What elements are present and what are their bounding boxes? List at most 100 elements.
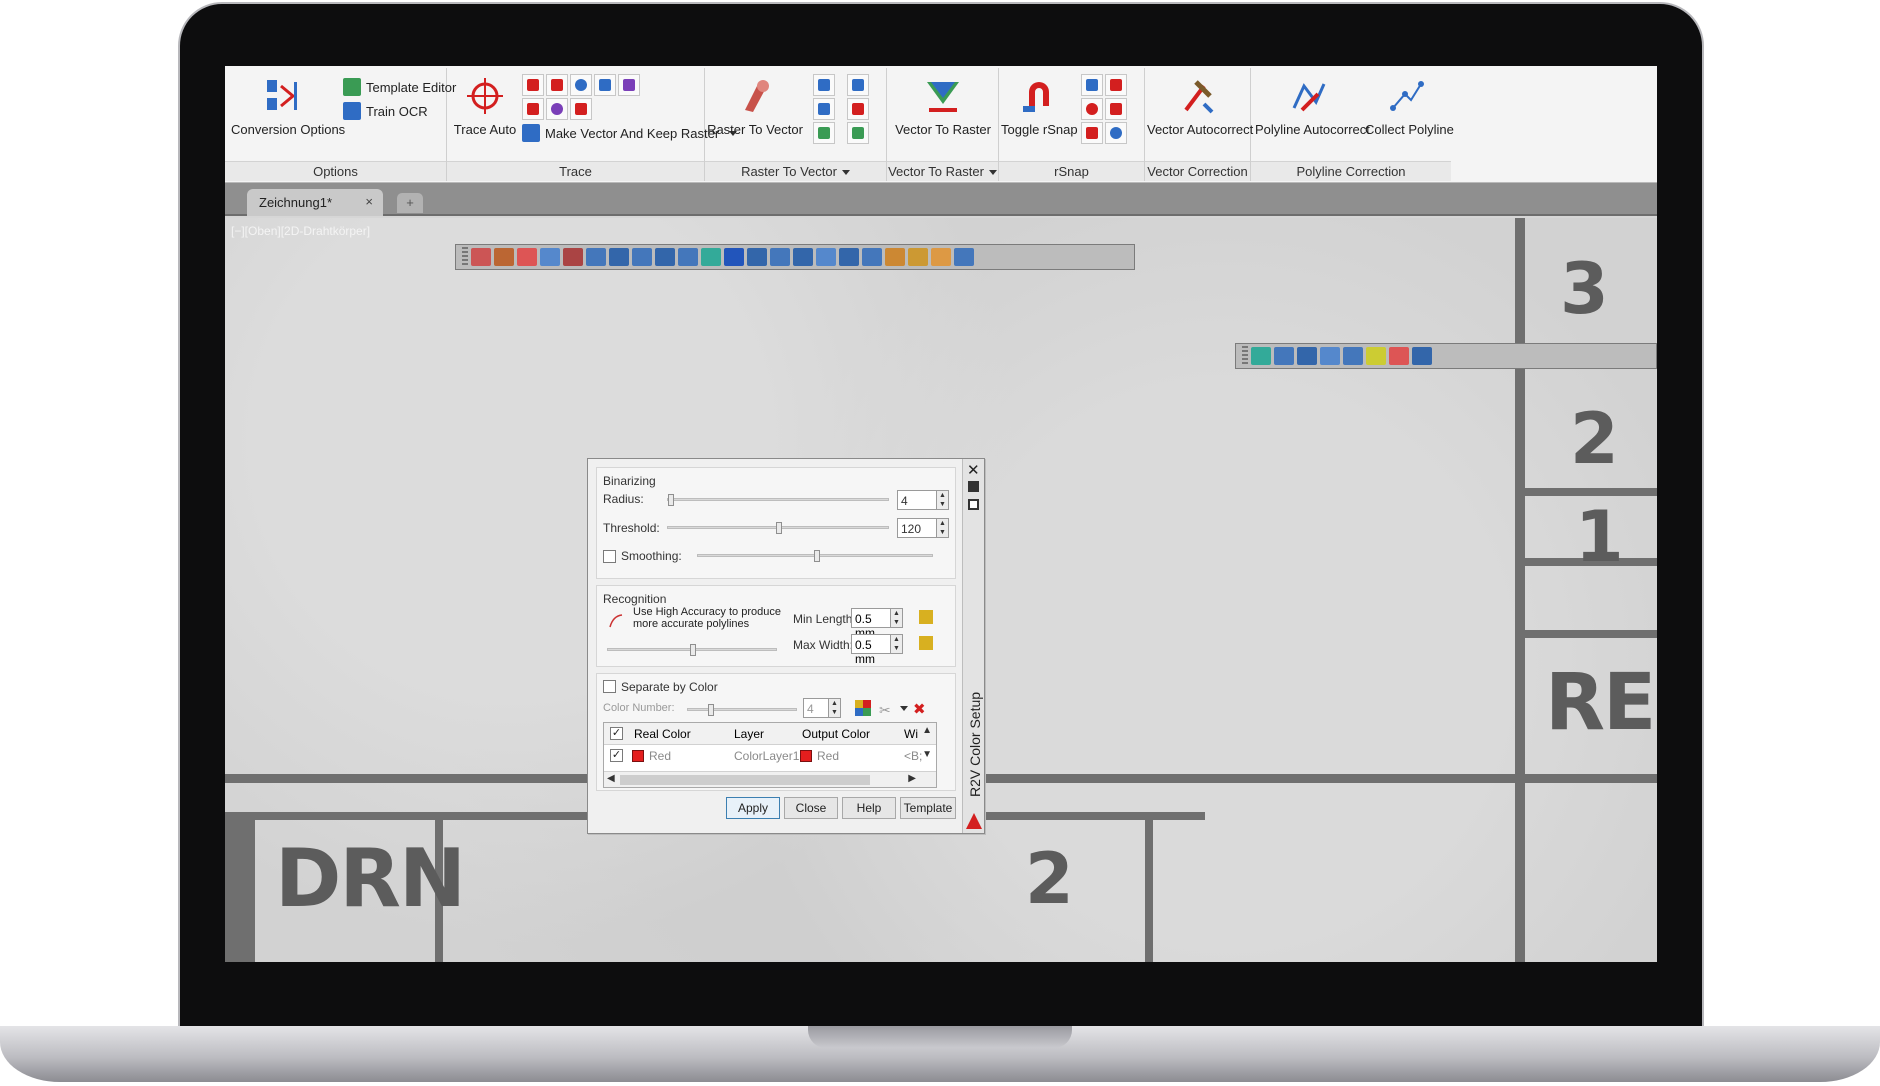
vector-autocorrect-button[interactable]: Vector Autocorrect bbox=[1147, 76, 1253, 137]
add-color-icon[interactable] bbox=[855, 700, 871, 716]
raster-tool-icon[interactable] bbox=[609, 248, 629, 266]
raster-tool-icon[interactable] bbox=[954, 248, 974, 266]
close-icon[interactable]: ✕ bbox=[967, 461, 980, 479]
raster-tool-icon[interactable] bbox=[586, 248, 606, 266]
raster-tool-icon[interactable] bbox=[816, 248, 836, 266]
apply-button[interactable]: Apply bbox=[726, 797, 780, 819]
color-number-slider[interactable] bbox=[687, 704, 797, 716]
raster-tool-icon[interactable] bbox=[563, 248, 583, 266]
raster-tool-icon[interactable] bbox=[678, 248, 698, 266]
raster-tool-icon[interactable] bbox=[701, 248, 721, 266]
image-tool-icon[interactable] bbox=[1389, 347, 1409, 365]
help-button[interactable]: Help bbox=[842, 797, 896, 819]
slider-thumb[interactable] bbox=[690, 644, 696, 656]
min-length-input[interactable]: 0.5 mm ▲ ▼ bbox=[851, 608, 903, 640]
smoothing-checkbox[interactable] bbox=[603, 550, 616, 563]
tab-zeichnung1[interactable]: Zeichnung1* × bbox=[247, 189, 383, 216]
spin-arrows-icon[interactable]: ▲ ▼ bbox=[828, 698, 841, 718]
snap-perpendicular-icon[interactable] bbox=[1081, 122, 1103, 144]
train-ocr-button[interactable]: Train OCR bbox=[343, 102, 428, 120]
floating-toolbar-raster[interactable] bbox=[455, 244, 1135, 270]
polyline-tool-icon[interactable] bbox=[594, 74, 616, 96]
color-number-input[interactable]: 4 ▲ ▼ bbox=[803, 698, 841, 718]
raster-edit-icon[interactable] bbox=[813, 74, 835, 96]
max-width-input[interactable]: 0.5 mm ▲ ▼ bbox=[851, 634, 903, 666]
template-editor-button[interactable]: Template Editor bbox=[343, 78, 456, 96]
text-recognition-icon[interactable] bbox=[813, 98, 835, 120]
raster-tool-icon[interactable] bbox=[770, 248, 790, 266]
raster-text-icon[interactable] bbox=[847, 122, 869, 144]
raster-tool-icon[interactable] bbox=[724, 248, 744, 266]
pin-icon[interactable] bbox=[968, 481, 979, 492]
scroll-down-icon[interactable]: ▼ bbox=[922, 749, 932, 760]
raster-tool-icon[interactable] bbox=[931, 248, 951, 266]
raster-select-icon[interactable] bbox=[847, 98, 869, 120]
snap-grid-icon[interactable] bbox=[1081, 74, 1103, 96]
radius-slider[interactable] bbox=[667, 494, 889, 506]
grip-handle[interactable] bbox=[462, 247, 468, 267]
row-checkbox[interactable]: ✓ bbox=[610, 749, 623, 762]
radius-input[interactable]: 4 ▲ ▼ bbox=[897, 490, 949, 510]
image-tool-icon[interactable] bbox=[1320, 347, 1340, 365]
slider-thumb[interactable] bbox=[708, 704, 714, 716]
raster-tool-icon[interactable] bbox=[540, 248, 560, 266]
remove-color-icon[interactable]: ✂ bbox=[879, 702, 891, 719]
snap-center-icon[interactable] bbox=[1081, 98, 1103, 120]
column-header-output-color[interactable]: Output Color bbox=[802, 727, 870, 741]
spin-arrows-icon[interactable]: ▲ ▼ bbox=[936, 518, 949, 538]
table-row[interactable]: ✓ Red ColorLayer1 Red <B; bbox=[604, 745, 936, 767]
polyline-autocorrect-button[interactable]: Polyline Autocorrect bbox=[1255, 76, 1370, 137]
collect-polyline-button[interactable]: Collect Polyline bbox=[1365, 76, 1454, 137]
threshold-input[interactable]: 120 ▲ ▼ bbox=[897, 518, 949, 538]
raster-tool-icon[interactable] bbox=[908, 248, 928, 266]
raster-to-vector-button[interactable]: Raster To Vector bbox=[707, 76, 803, 137]
raster-tool-icon[interactable] bbox=[655, 248, 675, 266]
scrollbar-thumb[interactable] bbox=[620, 775, 870, 785]
hatch-tool-icon[interactable] bbox=[522, 98, 544, 120]
select-all-checkbox[interactable]: ✓ bbox=[610, 727, 623, 740]
group-label-raster-to-vector[interactable]: Raster To Vector bbox=[705, 161, 886, 181]
raster-tool-icon[interactable] bbox=[839, 248, 859, 266]
image-tool-icon[interactable] bbox=[1297, 347, 1317, 365]
image-tool-icon[interactable] bbox=[1366, 347, 1386, 365]
fill-tool-icon[interactable] bbox=[546, 98, 568, 120]
scroll-left-icon[interactable]: ◀ bbox=[607, 773, 615, 784]
close-icon[interactable]: × bbox=[365, 194, 373, 209]
drawing-canvas[interactable]: [−][Oben][2D-Drahtkörper] 3 2 1 RE DRN 2 bbox=[225, 218, 1657, 962]
snap-quadrant-icon[interactable] bbox=[1105, 98, 1127, 120]
properties-icon[interactable] bbox=[968, 499, 979, 510]
clear-colors-icon[interactable]: ✖ bbox=[913, 700, 926, 718]
threshold-slider[interactable] bbox=[667, 522, 889, 534]
close-button[interactable]: Close bbox=[784, 797, 838, 819]
horizontal-scrollbar[interactable]: ◀ ▶ bbox=[604, 771, 936, 787]
toggle-rsnap-button[interactable]: Toggle rSnap bbox=[1001, 76, 1078, 137]
raster-tool-icon[interactable] bbox=[517, 248, 537, 266]
arc-tool-icon[interactable] bbox=[546, 74, 568, 96]
raster-tool-icon[interactable] bbox=[471, 248, 491, 266]
raster-tool-icon[interactable] bbox=[747, 248, 767, 266]
snap-endpoint-icon[interactable] bbox=[1105, 74, 1127, 96]
hatch-recognition-icon[interactable] bbox=[813, 122, 835, 144]
accuracy-slider[interactable] bbox=[607, 644, 777, 656]
raster-tool-icon[interactable] bbox=[885, 248, 905, 266]
trace-auto-button[interactable]: Trace Auto bbox=[451, 76, 519, 137]
image-tool-icon[interactable] bbox=[1274, 347, 1294, 365]
dialog-titlebar[interactable]: ✕ R2V Color Setup bbox=[962, 459, 984, 833]
slider-thumb[interactable] bbox=[668, 494, 674, 506]
column-header-real-color[interactable]: Real Color bbox=[634, 727, 691, 741]
raster-tool-icon[interactable] bbox=[793, 248, 813, 266]
measure-icon[interactable] bbox=[919, 610, 933, 624]
group-label-vector-to-raster[interactable]: Vector To Raster bbox=[887, 161, 998, 181]
column-header-layer[interactable]: Layer bbox=[734, 727, 764, 741]
line-tool-icon[interactable] bbox=[522, 74, 544, 96]
measure-icon[interactable] bbox=[919, 636, 933, 650]
spin-arrows-icon[interactable]: ▲ ▼ bbox=[890, 634, 903, 654]
spin-arrows-icon[interactable]: ▲ ▼ bbox=[890, 608, 903, 628]
image-tool-icon[interactable] bbox=[1412, 347, 1432, 365]
spin-arrows-icon[interactable]: ▲ ▼ bbox=[936, 490, 949, 510]
floating-toolbar-image[interactable] bbox=[1235, 343, 1657, 369]
grip-handle[interactable] bbox=[1242, 346, 1248, 366]
raster-tool-icon[interactable] bbox=[494, 248, 514, 266]
image-tool-icon[interactable] bbox=[1343, 347, 1363, 365]
raster-to-image-icon[interactable] bbox=[847, 74, 869, 96]
